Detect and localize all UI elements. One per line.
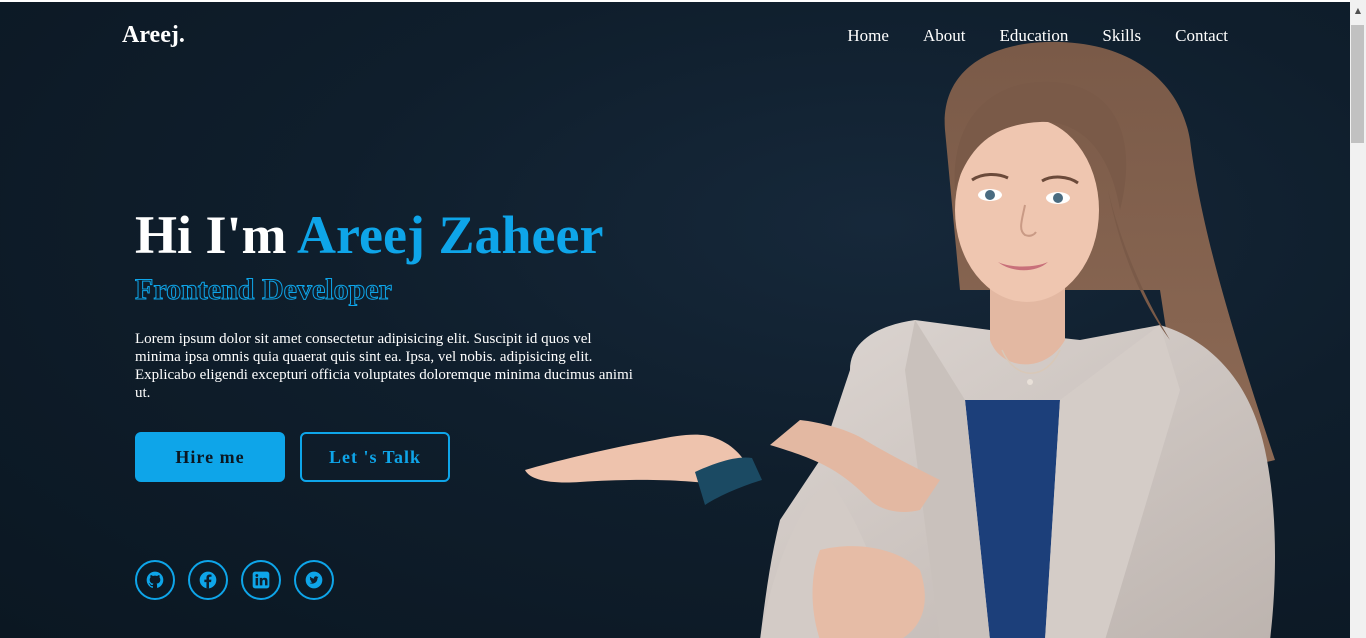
twitter-icon (305, 571, 323, 589)
hire-me-button[interactable]: Hire me (135, 432, 285, 482)
hero-greeting: Hi I'm (135, 205, 287, 265)
linkedin-icon (252, 571, 270, 589)
scroll-up-icon[interactable]: ▲ (1350, 2, 1366, 20)
twitter-link[interactable] (294, 560, 334, 600)
facebook-link[interactable] (188, 560, 228, 600)
facebook-icon (199, 571, 217, 589)
linkedin-link[interactable] (241, 560, 281, 600)
brand-logo[interactable]: Areej. (122, 22, 185, 49)
github-icon (146, 571, 164, 588)
portrait-image (525, 41, 1275, 638)
social-links (135, 560, 334, 600)
github-link[interactable] (135, 560, 175, 600)
scrollbar-thumb[interactable] (1351, 25, 1364, 143)
hero-section: Areej. Home About Education Skills Conta… (0, 2, 1350, 638)
hero-role: Frontend Developer (135, 273, 393, 306)
lets-talk-button[interactable]: Let 's Talk (300, 432, 450, 482)
